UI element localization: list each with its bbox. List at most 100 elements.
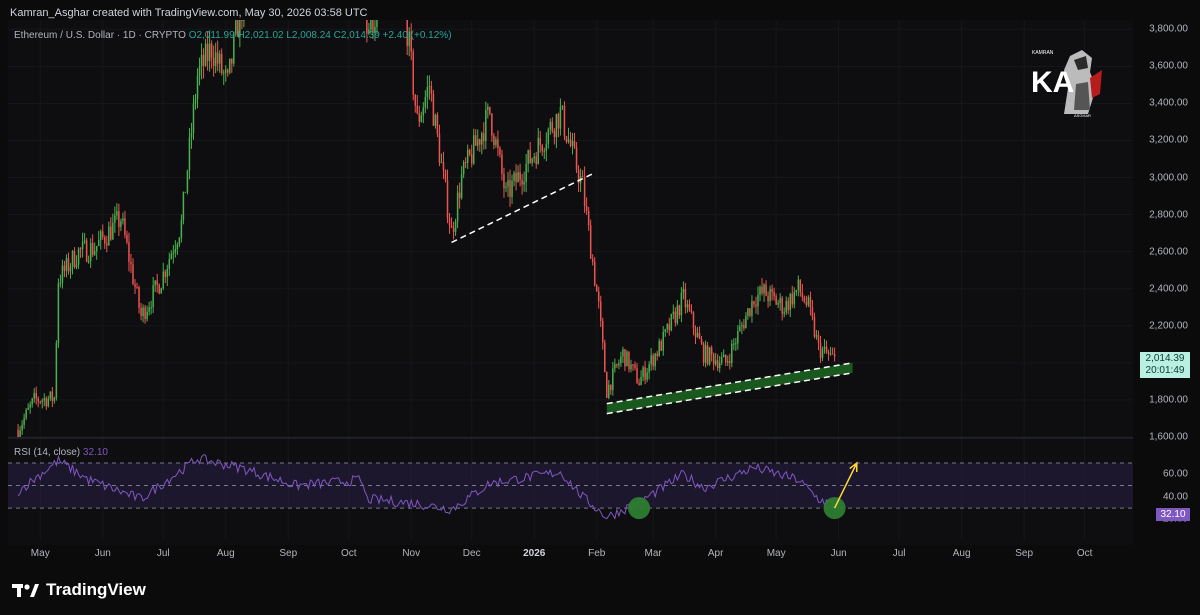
candle-body <box>468 149 471 155</box>
candle-body <box>414 94 417 106</box>
candle-body <box>227 69 229 73</box>
candle-body <box>464 161 467 163</box>
candle-body <box>220 53 223 74</box>
candle-body <box>815 335 818 337</box>
candle-body <box>755 304 757 307</box>
candle-body <box>202 54 205 66</box>
candle-body <box>89 243 92 262</box>
time-tick-label: Jul <box>156 548 170 559</box>
symbol-label[interactable]: Ethereum / U.S. Dollar · 1D · CRYPTO <box>14 30 186 41</box>
candle-body <box>212 57 215 66</box>
candle-body <box>196 75 199 99</box>
candle-body <box>644 367 646 380</box>
candle-body <box>692 312 695 329</box>
candle-body <box>515 172 517 183</box>
candle-body <box>176 244 179 250</box>
rsi-legend: RSI (14, close) 32.10 <box>14 447 108 458</box>
candle-body <box>660 341 662 351</box>
candle-body <box>198 66 201 76</box>
candle-body <box>628 351 630 370</box>
candle-body <box>604 342 606 373</box>
rsi-label[interactable]: RSI (14, close) <box>14 447 80 458</box>
candle-body <box>458 192 461 199</box>
candle-body <box>188 137 191 171</box>
candle-body <box>229 58 231 73</box>
candle-body <box>559 106 562 129</box>
candle-body <box>630 364 632 370</box>
time-tick-label: Oct <box>340 548 357 559</box>
candle-body <box>81 241 84 249</box>
candle-body <box>593 261 596 286</box>
price-tick-label: 2,600.00 <box>1149 246 1188 258</box>
candle-body <box>811 307 814 317</box>
candle-body <box>93 251 96 255</box>
candle-body <box>686 304 689 308</box>
candle-body <box>799 279 802 293</box>
candle-body <box>442 162 445 171</box>
candle-body <box>749 308 751 316</box>
candle-body <box>690 310 693 313</box>
candle-body <box>420 115 423 122</box>
rsi-panel <box>8 462 1133 509</box>
candle-body <box>779 297 781 303</box>
candle-body <box>160 288 162 294</box>
candle-body <box>722 354 725 358</box>
candle-body <box>735 343 737 345</box>
candle-body <box>19 430 21 437</box>
candle-body <box>154 280 156 286</box>
candle-body <box>192 103 195 134</box>
candle-body <box>434 114 437 126</box>
candle-body <box>543 150 546 152</box>
candle-body <box>148 307 150 312</box>
candle-body <box>47 398 50 407</box>
candle-body <box>491 113 493 136</box>
time-tick-label: Apr <box>707 548 724 559</box>
candle-body <box>51 391 54 401</box>
candle-body <box>481 133 483 145</box>
candle-body <box>178 237 181 245</box>
candle-body <box>557 114 560 129</box>
candle-body <box>71 251 74 267</box>
time-tick-label: 2026 <box>523 548 546 559</box>
time-tick-label: May <box>30 548 50 559</box>
candle-body <box>831 353 834 355</box>
candle-body <box>571 140 574 146</box>
candle-body <box>158 284 160 294</box>
candle-body <box>174 249 177 253</box>
candle-body <box>87 261 90 263</box>
candle-body <box>589 225 592 259</box>
time-tick-label: Aug <box>952 548 971 559</box>
last-price-tag: 2,014.39 20:01:49 <box>1140 352 1190 378</box>
candle-body <box>513 172 515 181</box>
candle-body <box>182 192 185 221</box>
candle-body <box>700 339 703 344</box>
candle-body <box>136 287 138 289</box>
price-tick-label: 3,400.00 <box>1149 97 1188 109</box>
candle-body <box>31 398 33 405</box>
candle-body <box>710 347 713 355</box>
last-price: 2,014.39 <box>1145 353 1185 364</box>
candle-body <box>370 20 372 30</box>
candle-body <box>140 307 142 317</box>
candle-body <box>49 391 52 399</box>
chart-canvas <box>8 20 1133 545</box>
candle-body <box>27 407 29 410</box>
candle-body <box>676 305 679 323</box>
candle-body <box>595 285 598 292</box>
candle-body <box>448 218 451 226</box>
candle-body <box>208 43 211 62</box>
candle-body <box>35 392 37 399</box>
candle-body <box>541 145 544 152</box>
candle-body <box>729 360 731 363</box>
candle-body <box>791 293 794 305</box>
candle-body <box>218 53 221 64</box>
candle-body <box>624 349 626 367</box>
candle-body <box>416 105 419 114</box>
tradingview-brand[interactable]: TradingView <box>12 580 146 600</box>
candle-body <box>162 271 164 289</box>
candle-body <box>460 174 463 199</box>
candle-body <box>658 341 660 357</box>
candle-body <box>507 180 509 187</box>
candle-body <box>241 20 243 21</box>
candle-body <box>440 162 443 164</box>
